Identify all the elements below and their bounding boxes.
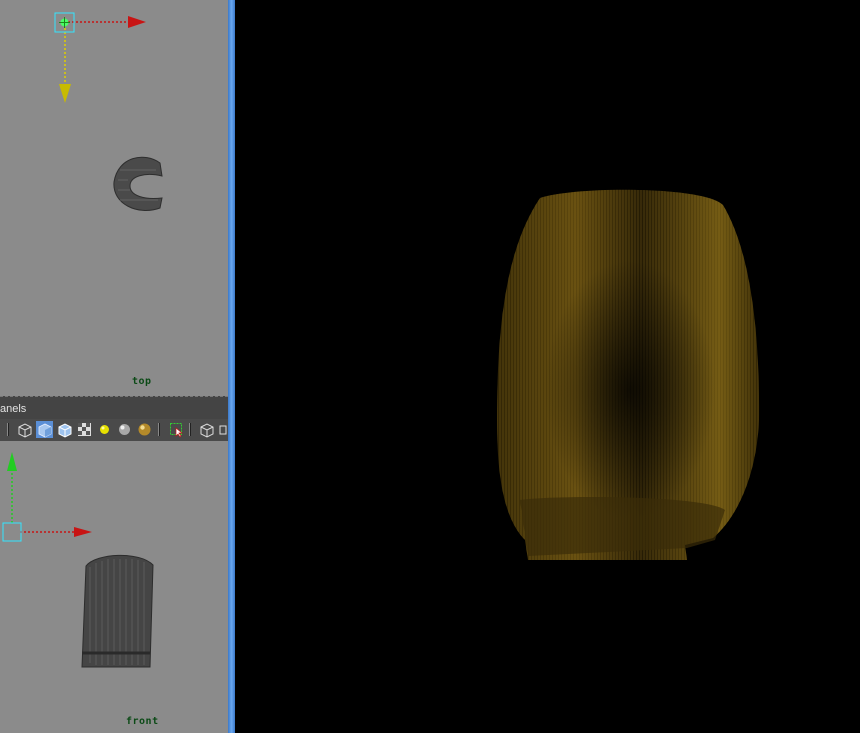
z-axis-arrow-icon[interactable] — [59, 84, 71, 103]
front-viewport-canvas[interactable] — [0, 441, 228, 733]
top-viewport[interactable]: top — [0, 0, 228, 396]
move-manipulator-front[interactable] — [2, 452, 92, 542]
y-axis-arrow-icon[interactable] — [7, 452, 17, 471]
toolbar-separator — [189, 423, 191, 436]
front-viewport-label: front — [126, 716, 159, 727]
panel-splitter[interactable] — [228, 0, 235, 733]
toolbar-separator — [7, 423, 9, 436]
texture-checker-icon[interactable] — [76, 421, 93, 438]
top-viewport-canvas[interactable] — [0, 0, 228, 396]
x-axis-arrow-front-icon[interactable] — [74, 527, 92, 537]
shadows-sphere-icon[interactable] — [136, 421, 153, 438]
panel-menu-bar[interactable]: anels — [0, 396, 228, 420]
hair-mesh-front-icon[interactable] — [81, 554, 154, 668]
all-lights-sphere-icon[interactable] — [116, 421, 133, 438]
move-manipulator[interactable] — [54, 12, 146, 103]
toolbar-separator — [158, 423, 160, 436]
hair-mesh-top-icon[interactable] — [113, 156, 163, 211]
top-viewport-label: top — [132, 376, 152, 387]
perspective-viewport[interactable] — [235, 0, 860, 733]
smooth-shade-cube-icon[interactable] — [36, 421, 53, 438]
isolate-select-icon[interactable] — [168, 421, 185, 438]
x-axis-arrow-icon[interactable] — [128, 16, 146, 28]
xray-cube-icon[interactable] — [198, 421, 215, 438]
panel-toolbar — [0, 419, 228, 441]
hair-render-canvas[interactable] — [235, 0, 860, 733]
front-viewport[interactable]: front — [0, 441, 228, 733]
shaded-wireframe-cube-icon[interactable] — [56, 421, 73, 438]
center-handle-front-icon[interactable] — [2, 522, 22, 542]
panels-menu-item[interactable]: anels — [0, 403, 26, 415]
wireframe-cube-icon[interactable] — [16, 421, 33, 438]
default-light-icon[interactable] — [96, 421, 113, 438]
more-tools-icon[interactable] — [218, 421, 228, 438]
hair-render-object[interactable] — [497, 189, 760, 560]
left-panel-column: top anels front — [0, 0, 228, 733]
